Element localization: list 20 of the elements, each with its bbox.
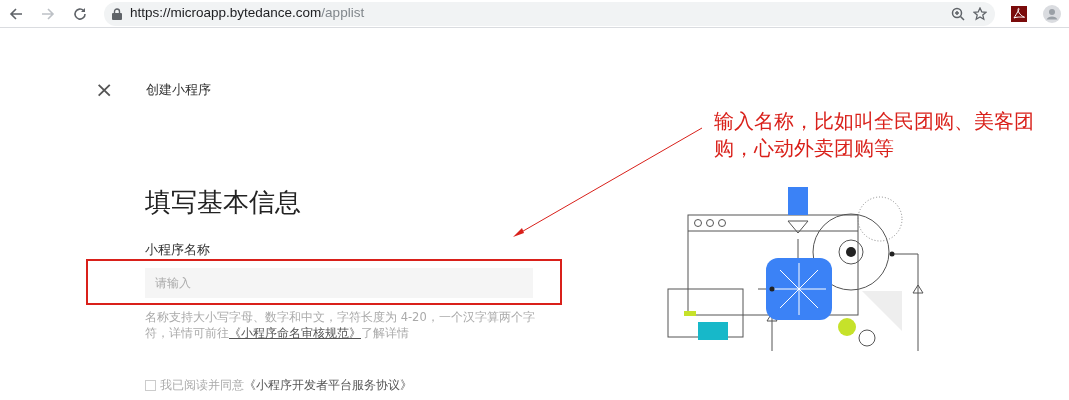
pdf-extension-icon[interactable] (1011, 5, 1027, 22)
address-bar[interactable]: https://microapp.bytedance.com/applist (104, 1, 995, 26)
zoom-icon[interactable] (951, 6, 965, 21)
field-label: 小程序名称 (145, 241, 210, 260)
lock-icon (112, 7, 122, 20)
url-text: https://microapp.bytedance.com/applist (130, 4, 365, 23)
profile-avatar-icon[interactable] (1043, 4, 1061, 23)
page-title: 创建小程序 (146, 81, 211, 100)
reload-icon[interactable] (72, 5, 88, 22)
name-input-field[interactable]: 请输入 (145, 267, 533, 298)
section-heading: 填写基本信息 (145, 187, 302, 219)
back-arrow-icon[interactable] (8, 5, 24, 22)
annotation-text: 输入名称，比如叫全民团购、美客团购，心动外卖团购等 (714, 109, 1035, 161)
help-text: 名称支持大小写字母、数字和中文，字符长度为 4-20，一个汉字算两个字符，详情可前往《小程序命名审核规范》了解详情 (145, 308, 536, 341)
agreement-text: 我已阅读并同意《小程序开发者平台服务协议》 (160, 376, 412, 394)
naming-rules-link[interactable]: 《小程序命名审核规范》 (229, 325, 361, 340)
close-button[interactable]: × (95, 79, 109, 101)
agreement-checkbox[interactable] (145, 379, 156, 391)
star-icon[interactable] (973, 6, 987, 21)
service-agreement-link[interactable]: 《小程序开发者平台服务协议》 (244, 377, 412, 392)
